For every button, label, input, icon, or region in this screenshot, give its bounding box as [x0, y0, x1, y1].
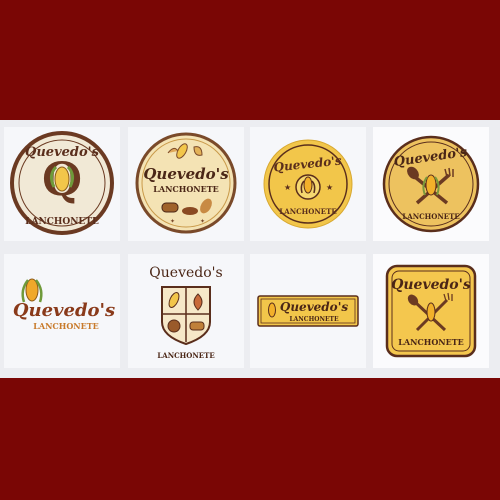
brand-name: Quevedo's — [149, 265, 222, 281]
logo-option-2[interactable]: Quevedo's LANCHONETE ✦ ✦ — [128, 127, 244, 241]
brand-name: Quevedo's — [13, 300, 115, 321]
brand-name: Quevedo's — [25, 145, 100, 160]
logo-badge-food: Quevedo's LANCHONETE ✦ ✦ — [135, 132, 237, 234]
logo-square-badge: Quevedo's LANCHONETE — [385, 264, 477, 358]
logo-badge-q: Q Quevedo's LANCHONETE — [10, 131, 114, 235]
brand-name: Quevedo's — [143, 165, 229, 183]
bean-icon — [182, 207, 198, 215]
logo-banner: Quevedo's LANCHONETE — [257, 295, 359, 327]
corn-icon — [426, 302, 436, 322]
logo-yellow-circle: ★ ★ Quevedo's LANCHONETE — [263, 139, 353, 229]
tagline: LANCHONETE — [279, 207, 336, 216]
logo-option-7[interactable]: Quevedo's LANCHONETE — [250, 254, 366, 368]
svg-text:✦: ✦ — [170, 218, 175, 225]
tagline: LANCHONETE — [25, 217, 99, 227]
logo-option-5[interactable]: Quevedo's LANCHONETE — [4, 254, 120, 368]
brand-name: Quevedo's — [391, 277, 471, 293]
logo-option-1[interactable]: Q Quevedo's LANCHONETE — [4, 127, 120, 241]
tagline: LANCHONETE — [289, 316, 339, 323]
logo-option-6[interactable]: Quevedo's LANCHONETE — [128, 254, 244, 368]
tagline: LANCHONETE — [153, 184, 219, 194]
logo-option-8[interactable]: Quevedo's LANCHONETE — [373, 254, 489, 368]
corn-icon — [268, 302, 276, 318]
tagline: LANCHONETE — [33, 321, 99, 331]
tagline: LANCHONETE — [157, 351, 214, 360]
svg-text:✦: ✦ — [200, 218, 205, 225]
corn-icon — [303, 176, 313, 194]
logo-shield: Quevedo's LANCHONETE — [149, 265, 222, 360]
logo-wordmark: Quevedo's LANCHONETE — [13, 278, 115, 331]
burger-icon — [161, 202, 179, 213]
svg-text:★: ★ — [326, 183, 333, 192]
logo-option-3[interactable]: ★ ★ Quevedo's LANCHONETE — [250, 127, 366, 241]
brand-name: Quevedo's — [280, 300, 348, 314]
svg-text:★: ★ — [284, 183, 291, 192]
logo-cutlery-circle: Quevedo's LANCHONETE — [382, 135, 480, 233]
logo-option-4[interactable]: Quevedo's LANCHONETE — [373, 127, 489, 241]
tagline: LANCHONETE — [402, 212, 459, 221]
tagline: LANCHONETE — [398, 337, 464, 347]
